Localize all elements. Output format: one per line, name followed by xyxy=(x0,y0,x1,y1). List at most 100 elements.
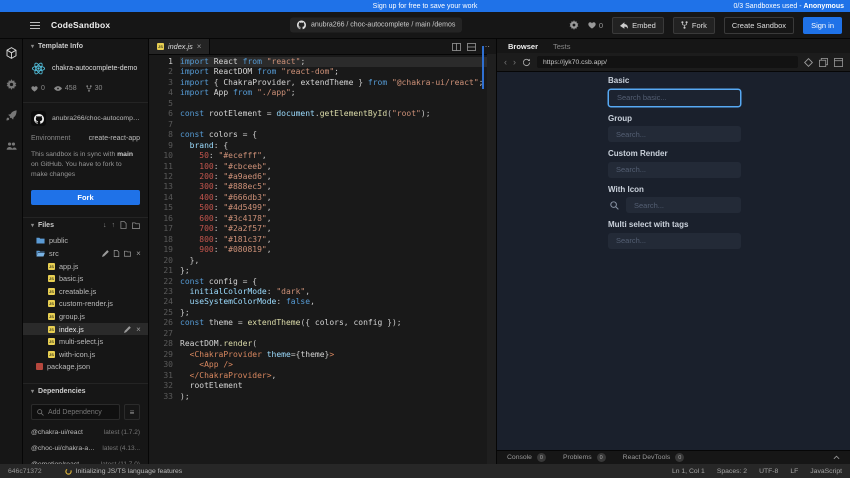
embed-button[interactable]: Embed xyxy=(612,17,664,34)
code-line[interactable]: 26const theme = extendTheme({ colors, co… xyxy=(149,318,496,328)
code-line[interactable]: 15 500: "#4d5499", xyxy=(149,203,496,213)
file-custom-render.js[interactable]: JScustom-render.js xyxy=(23,298,148,311)
status-item[interactable]: Spaces: 2 xyxy=(717,468,747,475)
sandbox-cube-icon[interactable] xyxy=(5,47,17,59)
code-line[interactable]: 2import ReactDOM from "react-dom"; xyxy=(149,67,496,77)
code-line[interactable]: 27 xyxy=(149,329,496,339)
likes[interactable]: 0 xyxy=(588,21,603,30)
code-line[interactable]: 28ReactDOM.render( xyxy=(149,339,496,349)
dependencies-header[interactable]: ▾ Dependencies xyxy=(23,383,148,399)
code-line[interactable]: 9 brand: { xyxy=(149,141,496,151)
gear-icon[interactable] xyxy=(569,20,579,30)
code-line[interactable]: 29 <ChakraProvider theme={theme}> xyxy=(149,350,496,360)
responsive-mode-icon[interactable] xyxy=(804,58,813,67)
file-creatable.js[interactable]: JScreatable.js xyxy=(23,285,148,298)
refresh-icon[interactable] xyxy=(522,58,531,67)
preview-search-input[interactable]: Search... xyxy=(608,233,741,249)
upload-icon[interactable]: ↑ xyxy=(112,222,116,229)
code-line[interactable]: 11 100: "#cbceeb", xyxy=(149,162,496,172)
code-line[interactable]: 33); xyxy=(149,392,496,402)
code-line[interactable]: 16 600: "#3c4178", xyxy=(149,214,496,224)
file-with-icon.js[interactable]: JSwith-icon.js xyxy=(23,348,148,361)
file-multi-select.js[interactable]: JSmulti-select.js xyxy=(23,335,148,348)
code-line[interactable]: 18 800: "#181c37", xyxy=(149,235,496,245)
devtools-tab-console[interactable]: Console0 xyxy=(507,453,546,462)
code-line[interactable]: 5 xyxy=(149,99,496,109)
forward-icon[interactable]: › xyxy=(513,58,516,67)
code-line[interactable]: 32 rootElement xyxy=(149,381,496,391)
preview-search-input[interactable]: Search... xyxy=(608,162,741,178)
repo-breadcrumb[interactable]: anubra266 / choc-autocomplete / main /de… xyxy=(290,18,462,33)
status-item[interactable]: JavaScript xyxy=(810,468,842,475)
codesandbox-logo[interactable]: CodeSandbox xyxy=(51,20,110,30)
code-line[interactable]: 1import React from "react"; xyxy=(149,57,496,67)
code-line[interactable]: 6const rootElement = document.getElement… xyxy=(149,109,496,119)
github-repo-link[interactable]: anubra266/choc-autocomplete xyxy=(23,102,148,134)
tab-browser[interactable]: Browser xyxy=(508,42,538,51)
code-line[interactable]: 12 200: "#a9aed6", xyxy=(149,172,496,182)
files-header[interactable]: ▾ Files ↓ ↑ xyxy=(23,217,148,233)
fork-button[interactable]: Fork xyxy=(673,17,715,34)
download-icon[interactable]: ↓ xyxy=(103,222,107,229)
promo-message[interactable]: Sign up for free to save your work xyxy=(373,3,478,10)
code-line[interactable]: 20 }, xyxy=(149,256,496,266)
file-public[interactable]: public xyxy=(23,235,148,248)
code-line[interactable]: 19 900: "#080819", xyxy=(149,245,496,255)
dependency-row[interactable]: @chakra-ui/reactlatest (1.7.2) xyxy=(23,424,148,440)
editor-scrollbar[interactable] xyxy=(487,54,496,464)
code-area[interactable]: 1import React from "react";2import React… xyxy=(149,55,496,464)
duplicate-icon[interactable] xyxy=(819,58,828,67)
dependency-menu-icon[interactable]: ≡ xyxy=(124,404,140,420)
dependency-row[interactable]: @choc-ui/chakra-autoc...latest (4.13... xyxy=(23,440,148,456)
devtools-tab-problems[interactable]: Problems0 xyxy=(563,453,606,462)
devtools-tab-react-devtools[interactable]: React DevTools0 xyxy=(623,453,685,462)
menu-icon[interactable] xyxy=(30,22,40,29)
split-horizontal-icon[interactable] xyxy=(467,43,476,51)
template-info-header[interactable]: ▾ Template Info xyxy=(23,39,148,54)
add-dependency-input[interactable]: Add Dependency xyxy=(31,404,120,420)
code-line[interactable]: 14 400: "#666db3", xyxy=(149,193,496,203)
status-item[interactable]: Ln 1, Col 1 xyxy=(672,468,705,475)
code-line[interactable]: 3import { ChakraProvider, extendTheme } … xyxy=(149,78,496,88)
rocket-icon[interactable] xyxy=(5,109,17,121)
code-line[interactable]: 7 xyxy=(149,120,496,130)
dependency-row[interactable]: @emotion/reactlatest (11.7.0) xyxy=(23,456,148,464)
status-item[interactable]: UTF-8 xyxy=(759,468,778,475)
code-line[interactable]: 23 initialColorMode: "dark", xyxy=(149,287,496,297)
status-item[interactable]: LF xyxy=(790,468,798,475)
tab-tests[interactable]: Tests xyxy=(553,42,571,51)
delete-icon[interactable]: × xyxy=(135,250,142,257)
code-line[interactable]: 21}; xyxy=(149,266,496,276)
new-file-icon[interactable] xyxy=(120,221,127,229)
gear-icon[interactable] xyxy=(5,78,17,90)
close-icon[interactable]: × xyxy=(197,42,202,51)
file-src[interactable]: src× xyxy=(23,247,148,260)
code-line[interactable]: 25}; xyxy=(149,308,496,318)
code-line[interactable]: 4import App from "./app"; xyxy=(149,88,496,98)
edit-icon[interactable] xyxy=(124,326,131,333)
sidebar-fork-button[interactable]: Fork xyxy=(31,190,140,205)
file-index.js[interactable]: JSindex.js× xyxy=(23,323,148,336)
collaborators-icon[interactable] xyxy=(5,140,17,152)
preview-search-input[interactable]: Search... xyxy=(626,197,741,213)
new-folder-icon[interactable] xyxy=(124,250,131,257)
anonymous-user[interactable]: Anonymous xyxy=(804,3,844,10)
file-basic.js[interactable]: JSbasic.js xyxy=(23,272,148,285)
chevron-up-icon[interactable] xyxy=(833,455,840,460)
file-group.js[interactable]: JSgroup.js xyxy=(23,310,148,323)
file-app.js[interactable]: JSapp.js xyxy=(23,260,148,273)
new-folder-icon[interactable] xyxy=(132,222,140,229)
code-line[interactable]: 30 <App /> xyxy=(149,360,496,370)
code-line[interactable]: 24 useSystemColorMode: false, xyxy=(149,297,496,307)
edit-icon[interactable] xyxy=(102,250,109,257)
preview-search-input[interactable]: Search... xyxy=(608,126,741,142)
new-window-icon[interactable] xyxy=(834,58,843,67)
code-line[interactable]: 22const config = { xyxy=(149,277,496,287)
file-package.json[interactable]: package.json xyxy=(23,361,148,374)
create-sandbox-button[interactable]: Create Sandbox xyxy=(724,17,794,34)
code-line[interactable]: 10 50: "#ecefff", xyxy=(149,151,496,161)
code-line[interactable]: 17 700: "#2a2f57", xyxy=(149,224,496,234)
sign-in-button[interactable]: Sign in xyxy=(803,17,842,34)
url-bar[interactable]: https://jyk70.csb.app/ xyxy=(537,56,798,68)
new-file-icon[interactable] xyxy=(113,250,120,257)
